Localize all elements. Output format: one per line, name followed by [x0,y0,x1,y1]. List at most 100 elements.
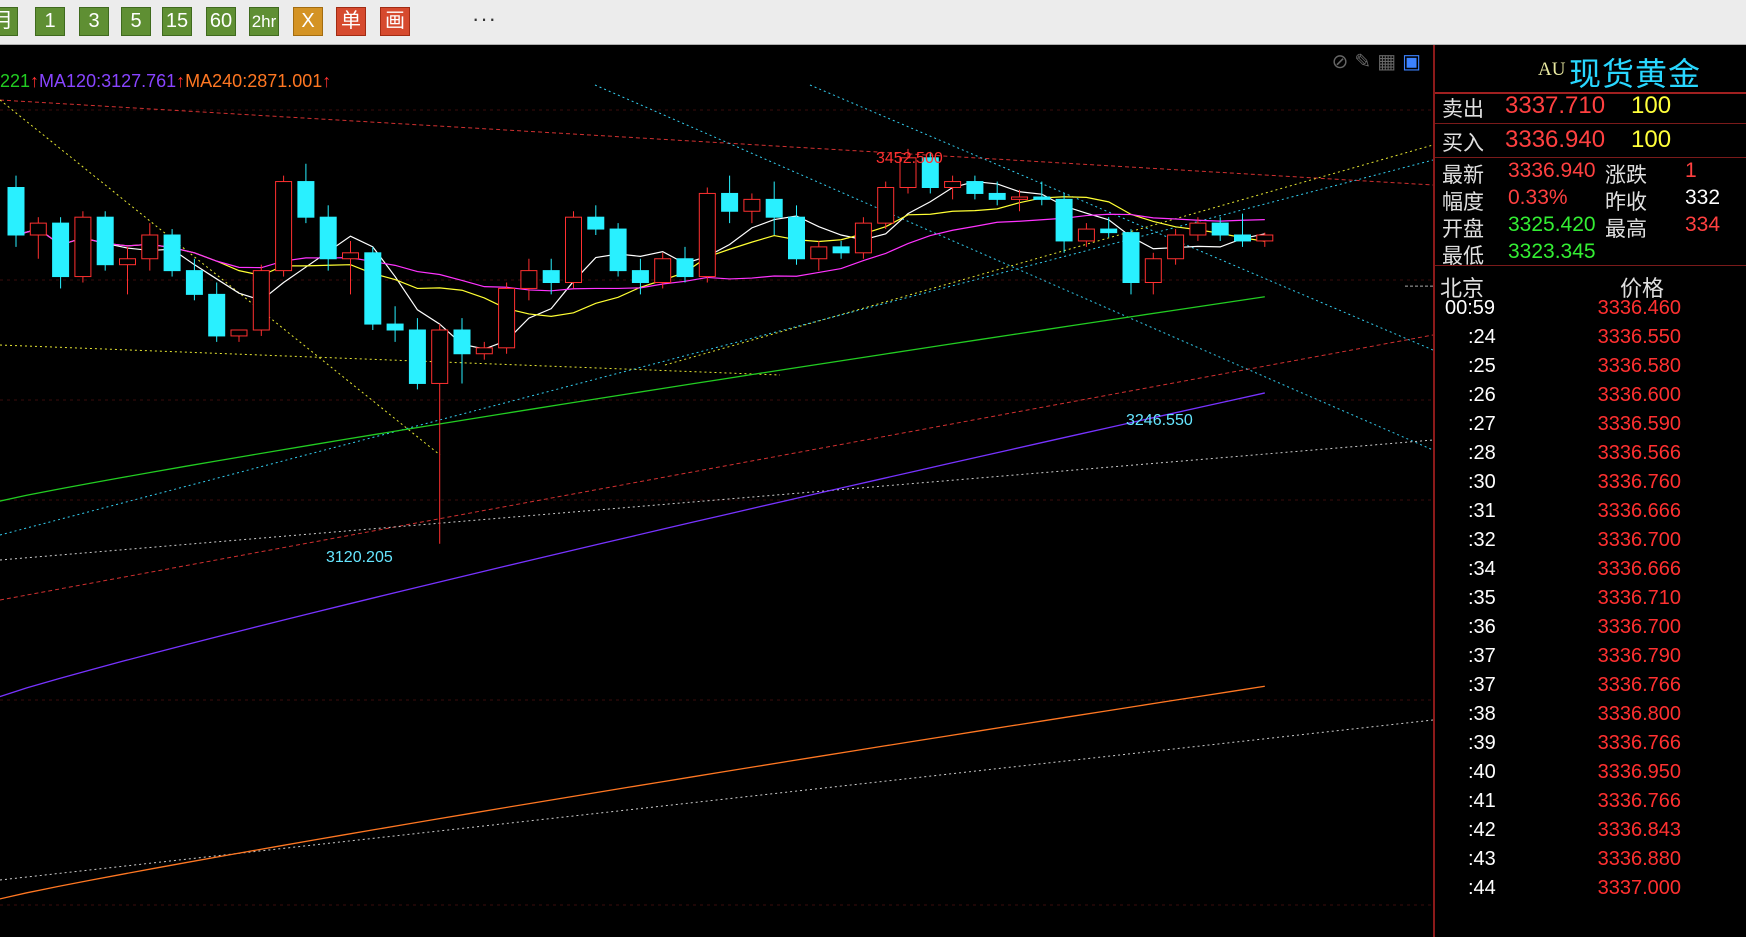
candle-body [854,222,872,254]
tick-time: :42 [1468,819,1496,841]
ma240-up-arrow-icon: ↑ [322,71,332,91]
period-button-4[interactable]: 15 [162,7,192,36]
tick-row[interactable]: :37 3336.790 [1435,645,1746,674]
stat-label: 最新 [1442,164,1484,187]
candle-body [342,252,359,260]
tick-row[interactable]: :30 3336.760 [1435,471,1746,500]
tick-row[interactable]: 00:59 3336.460 [1435,297,1746,326]
tick-row[interactable]: :38 3336.800 [1435,703,1746,732]
tick-row[interactable]: :37 3336.766 [1435,674,1746,703]
candle-body [877,187,895,224]
channel-line-cyan [594,84,1433,451]
tick-row[interactable]: :43 3336.880 [1435,848,1746,877]
candlestick-chart[interactable]: 3452.500 3120.205 3246.550 221↑MA120:3127.… [0,45,1433,937]
period-button-2[interactable]: 3 [79,7,109,36]
candle-body [74,216,92,278]
ma240-legend-value: MA240:2871.001 [185,71,323,91]
candle-body [743,198,761,212]
ma60-up-arrow-icon: ↑ [30,71,40,91]
stat-value: 1 [1685,159,1697,182]
buy-row[interactable]: 买入 3336.940 100 [1435,121,1746,157]
panel-toggle-icon[interactable]: ▣ [1402,51,1427,73]
tick-price: 3337.000 [1597,877,1681,899]
candle-body [141,234,159,260]
candle-body [252,270,270,331]
tick-row[interactable]: :26 3336.600 [1435,384,1746,413]
divider-line [1435,265,1746,266]
tick-row[interactable]: :42 3336.843 [1435,819,1746,848]
tick-row[interactable]: :39 3336.766 [1435,732,1746,761]
candle-body [631,270,649,283]
tick-time: :37 [1468,674,1496,696]
pencil-icon[interactable]: ✎ [1354,51,1377,73]
tick-row[interactable]: :41 3336.766 [1435,790,1746,819]
tick-row[interactable]: :40 3336.950 [1435,761,1746,790]
tick-row[interactable]: :24 3336.550 [1435,326,1746,355]
candle-body [208,293,226,337]
candle-body [676,258,694,278]
candle-body [1055,198,1073,242]
tick-price: 3336.666 [1597,558,1681,580]
trend-line-red [0,334,1433,601]
period-button-7[interactable]: X [293,7,323,36]
ma240-line [0,685,1265,900]
candle-body [297,181,315,218]
low-price-annotation: 3246.550 [1126,412,1193,429]
divider-line [1435,157,1746,158]
period-button-0[interactable]: 月 [0,7,18,36]
candle-body [1256,234,1274,242]
tick-row[interactable]: :32 3336.700 [1435,529,1746,558]
period-button-1[interactable]: 1 [35,7,65,36]
candle-body [698,192,716,278]
channel-line-yellow [664,144,1433,366]
buy-label: 买入 [1442,132,1484,155]
candle-body [1100,228,1118,234]
ma60-legend-value: 221 [0,71,31,91]
tick-row[interactable]: :31 3336.666 [1435,500,1746,529]
tick-row[interactable]: :36 3336.700 [1435,616,1746,645]
tick-time: :41 [1468,790,1496,812]
candle-body [1167,234,1185,260]
candle-body [1234,234,1251,242]
tick-time: :35 [1468,587,1496,609]
candle-body [520,270,538,289]
tick-time: :43 [1468,848,1496,870]
tick-row[interactable]: :35 3336.710 [1435,587,1746,616]
candle-body [1033,196,1051,200]
sell-volume: 100 [1631,92,1672,119]
tick-row[interactable]: :44 3337.000 [1435,877,1746,906]
tick-price: 3336.790 [1597,645,1681,667]
more-options-icon[interactable]: ··· [472,6,497,32]
tick-row[interactable]: :27 3336.590 [1435,413,1746,442]
candle-body [1077,228,1095,242]
candle-body [765,198,783,218]
ma120-up-arrow-icon: ↑ [176,71,186,91]
eye-off-icon[interactable]: ⊘ [1332,51,1355,73]
tick-row[interactable]: :25 3336.580 [1435,355,1746,384]
period-button-6[interactable]: 2hr [249,7,279,36]
sell-row[interactable]: 卖出 3337.710 100 [1435,87,1746,123]
tick-row[interactable]: :28 3336.566 [1435,442,1746,471]
tick-price: 3336.550 [1597,326,1681,348]
grid-icon[interactable]: ▦ [1377,51,1402,73]
tick-row[interactable]: :34 3336.666 [1435,558,1746,587]
candle-body [7,187,25,236]
period-button-5[interactable]: 60 [206,7,236,36]
tick-price: 3336.950 [1597,761,1681,783]
tick-price: 3336.700 [1597,616,1681,638]
period-button-9[interactable]: 画 [380,7,410,36]
stat-label: 幅度 [1442,191,1484,214]
candle-body [966,181,984,194]
ma120-legend-value: MA120:3127.761 [39,71,177,91]
candle-body [453,329,471,355]
period-button-3[interactable]: 5 [121,7,151,36]
tick-time: :36 [1468,616,1496,638]
tick-time: :39 [1468,732,1496,754]
candle-body [654,258,672,283]
tick-time: :38 [1468,703,1496,725]
channel-line-cyan [0,159,1433,536]
tick-list-header: 北京 价格 [1435,271,1746,301]
period-button-8[interactable]: 单 [336,7,366,36]
chart-canvas[interactable]: 3452.500 3120.205 3246.550 [0,45,1433,937]
stat-label: 涨跌 [1605,164,1647,187]
